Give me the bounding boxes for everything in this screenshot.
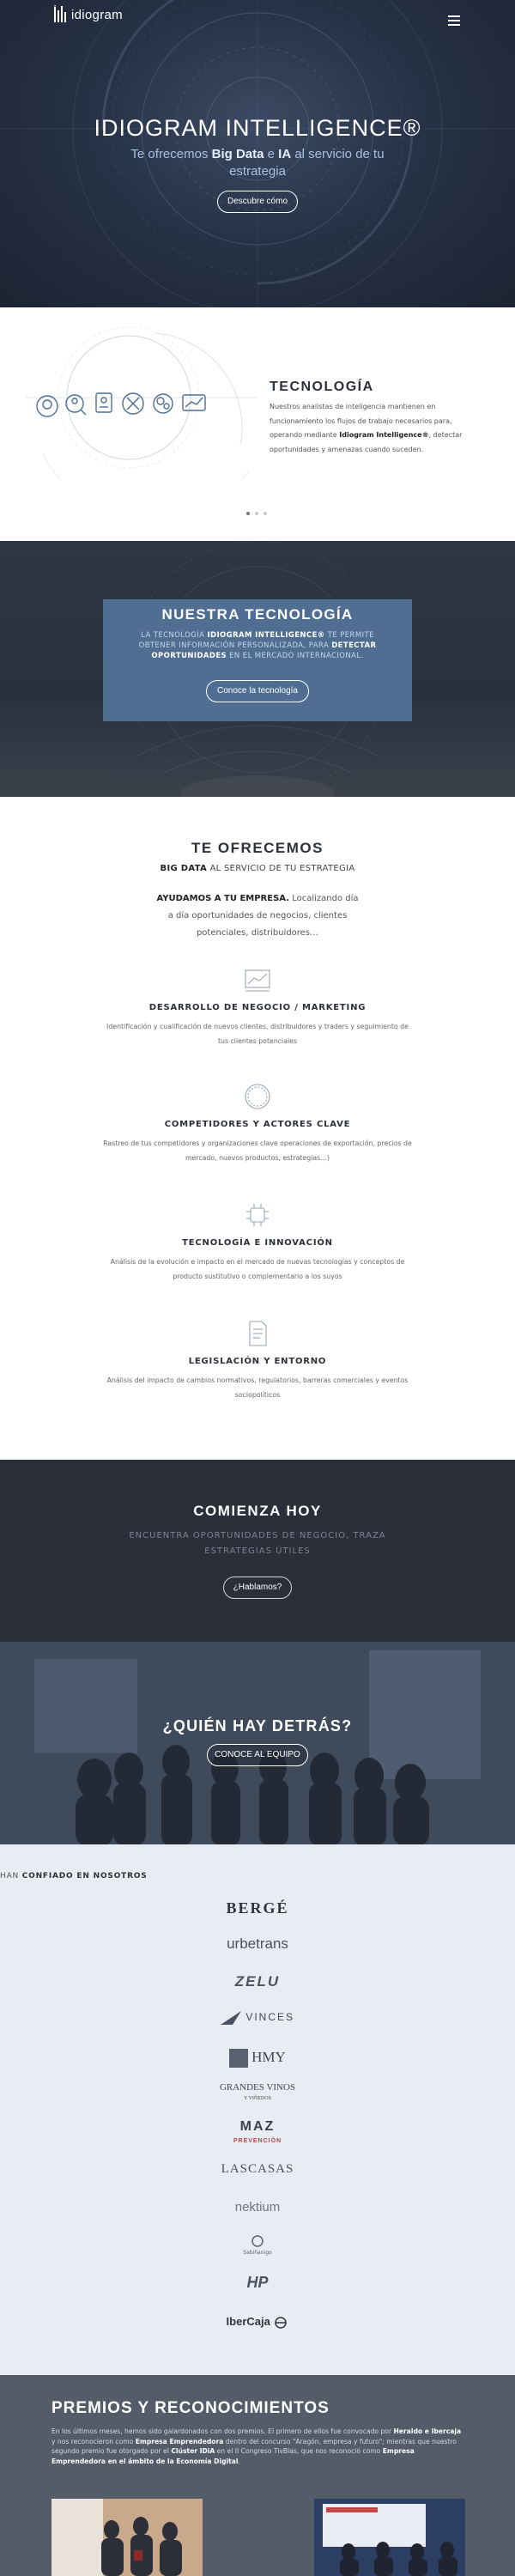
- gears-head-icon: [153, 393, 173, 414]
- service-item-legislation: LEGISLACIÓN Y ENTORNO Análisis del impac…: [86, 1319, 429, 1402]
- services-intro: AYUDAMOS A TU EMPRESA. Localizando día a…: [156, 894, 359, 938]
- meet-team-button[interactable]: CONOCE AL EQUIPO: [207, 1744, 308, 1766]
- service-item-technology: TECNOLOGÍA E INNOVACIÓN Análisis de la e…: [86, 1200, 429, 1284]
- awards-text: En los últimos meses, hemos sido galardo…: [52, 2427, 462, 2465]
- technology-text: Nuestros analistas de inteligencia manti…: [270, 403, 463, 453]
- service-title: TECNOLOGÍA E INNOVACIÓN: [182, 1238, 333, 1248]
- client-logo-lascasas: LASCASAS: [221, 2162, 294, 2176]
- clients-title: HAN CONFIADO EN NOSOTROS: [0, 1872, 148, 1880]
- vinces-wing-icon: [220, 2011, 241, 2025]
- award-photo-image: [52, 2499, 203, 2576]
- award-photo-image: [314, 2499, 465, 2576]
- technology-title: TECNOLOGÍA: [270, 380, 374, 394]
- service-description: Análisis del impacto de cambios normativ…: [106, 1376, 409, 1399]
- know-technology-button[interactable]: Conoce la tecnología: [206, 680, 309, 702]
- hero-title: IDIOGRAM INTELLIGENCE®: [94, 115, 421, 141]
- award-photo-2: [314, 2499, 465, 2576]
- hamburger-menu-icon[interactable]: [448, 15, 460, 26]
- technology-section: TECNOLOGÍA Nuestros analistas de intelig…: [0, 307, 515, 541]
- start-today-section: COMIENZA HOY ENCUENTRA OPORTUNIDADES DE …: [0, 1460, 515, 1642]
- client-logo-urbetrans: urbetrans: [227, 1935, 288, 1952]
- services-subtitle: BIG DATA AL SERVICIO DE TU ESTRATEGIA: [160, 864, 355, 873]
- service-item-business: DESARROLLO DE NEGOCIO / MARKETING Identi…: [86, 965, 429, 1048]
- hero-subtitle: Te ofrecemos Big Data e IA al servicio d…: [130, 147, 385, 179]
- awards-title: PREMIOS Y RECONOCIMIENTOS: [52, 2399, 330, 2417]
- slider-dot-1[interactable]: [246, 512, 250, 515]
- document-id-icon: [95, 392, 112, 413]
- discover-button[interactable]: Descubre cómo: [217, 191, 298, 213]
- awards-section: PREMIOS Y RECONOCIMIENTOS En los últimos…: [0, 2375, 515, 2576]
- client-logo-maz: MAZ PREVENCIÓN: [233, 2119, 282, 2145]
- site-logo[interactable]: idiogram: [53, 5, 123, 24]
- hero-section: idiogram IDIOGRAM INTELLIGENCE® Te ofrec…: [0, 0, 515, 307]
- service-title: DESARROLLO DE NEGOCIO / MARKETING: [148, 1003, 367, 1012]
- client-logo-hmy: HMY: [172, 2049, 343, 2069]
- ibercaja-symbol-icon: [275, 2316, 288, 2329]
- target-head-icon: [36, 395, 58, 417]
- chip-icon: [246, 1204, 269, 1226]
- client-logo-zelu: ZELU: [234, 1973, 281, 1990]
- service-description: Análisis de la evolución e impacto en el…: [110, 1258, 405, 1280]
- service-title: COMPETIDORES Y ACTORES CLAVE: [164, 1120, 351, 1129]
- logo-text: idiogram: [71, 7, 123, 22]
- technology-icons-graphic: [26, 326, 258, 479]
- client-logo-nektium: nektium: [234, 2200, 281, 2215]
- slider-dots: [246, 512, 267, 515]
- client-logo-ibercaja: IberCaja: [172, 2315, 343, 2329]
- team-section: ¿QUIÉN HAY DETRÁS? CONOCE AL EQUIPO: [0, 1642, 515, 1844]
- our-technology-box: NUESTRA TECNOLOGÍA LA TECNOLOGÍA IDIOGRA…: [103, 599, 412, 721]
- lets-talk-button[interactable]: ¿Hablamos?: [223, 1577, 292, 1599]
- sabinanigo-emblem-icon: [251, 2235, 264, 2247]
- tools-icon: [122, 392, 144, 415]
- start-today-title: COMIENZA HOY: [193, 1503, 322, 1519]
- service-description: Rastreo de tus competidores y organizaci…: [103, 1139, 412, 1162]
- team-title: ¿QUIÉN HAY DETRÁS?: [162, 1717, 353, 1735]
- client-logo-sabinanigo: Sabiñanigo: [172, 2234, 343, 2256]
- services-title: TE OFRECEMOS: [191, 840, 324, 856]
- our-technology-text: LA TECNOLOGÍA IDIOGRAM INTELLIGENCE® TE …: [138, 631, 377, 660]
- client-logo-grandes-vinos: GRANDES VINOS Y VIÑEDOS: [219, 2082, 296, 2102]
- service-title: LEGISLACIÓN Y ENTORNO: [188, 1357, 327, 1366]
- award-photo-1: [52, 2499, 203, 2576]
- document-icon: [249, 1321, 267, 1346]
- client-logo-vinces: VINCES: [172, 2011, 343, 2025]
- our-technology-section: NUESTRA TECNOLOGÍA LA TECNOLOGÍA IDIOGRA…: [0, 541, 515, 797]
- circle-icon: [245, 1084, 270, 1109]
- line-chart-icon: [245, 969, 270, 992]
- our-technology-title: NUESTRA TECNOLOGÍA: [161, 606, 354, 623]
- service-description: Identificación y cualificación de nuevos…: [106, 1023, 409, 1045]
- clients-section: HAN CONFIADO EN NOSOTROS BERGÉ urbetrans…: [0, 1844, 515, 2375]
- slider-dot-3[interactable]: [264, 512, 267, 515]
- team-photo: [0, 1642, 515, 1844]
- services-section: TE OFRECEMOS BIG DATA AL SERVICIO DE TU …: [0, 797, 515, 1460]
- slider-dot-2[interactable]: [255, 512, 258, 515]
- hmy-emblem-icon: [229, 2049, 249, 2069]
- service-item-competitors: COMPETIDORES Y ACTORES CLAVE Rastreo de …: [86, 1082, 429, 1165]
- client-logo-berge: BERGÉ: [226, 1899, 289, 1917]
- start-today-subtitle: ENCUENTRA OPORTUNIDADES DE NEGOCIO, TRAZ…: [129, 1531, 386, 1556]
- idiogram-logo-icon: [54, 5, 66, 22]
- client-logo-hp: HP: [246, 2274, 269, 2291]
